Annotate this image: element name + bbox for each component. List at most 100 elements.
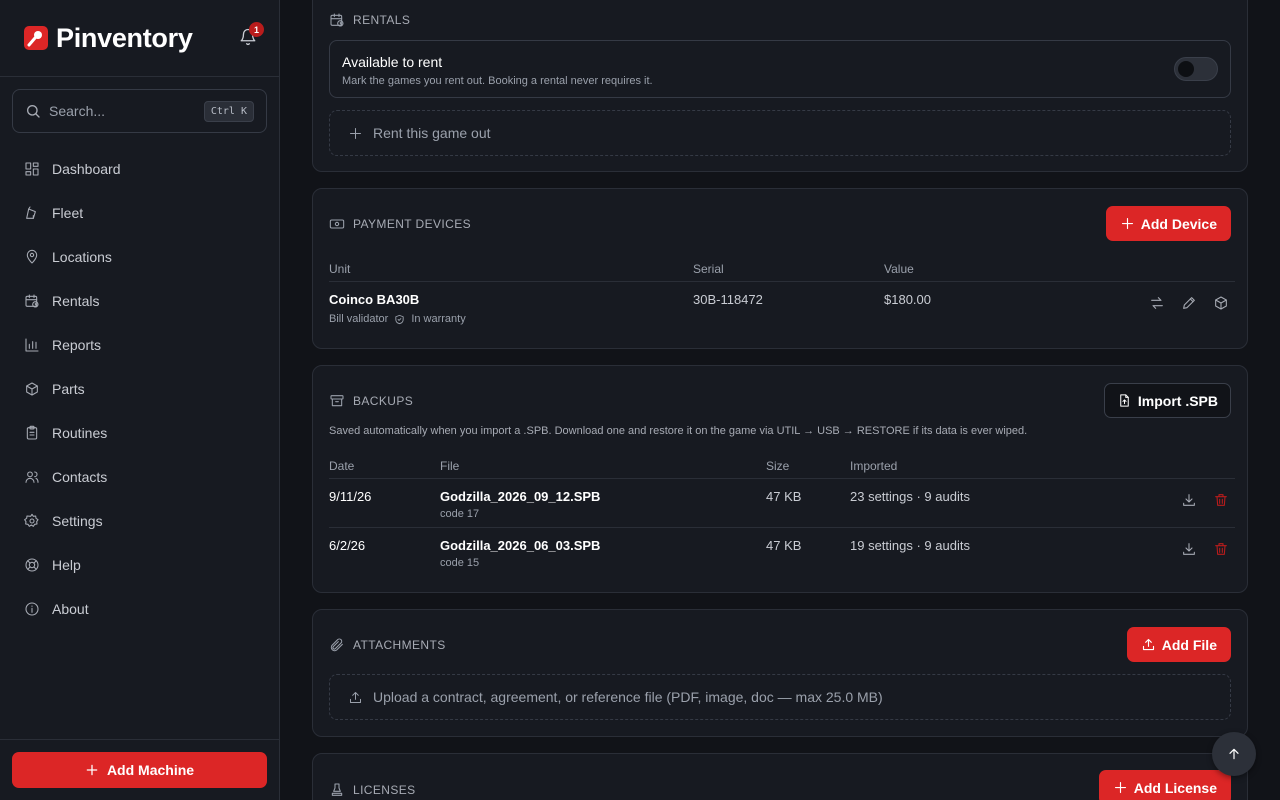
- backups-card: BACKUPS Import .SPB Saved automatically …: [312, 365, 1248, 593]
- upload-icon: [1142, 638, 1154, 651]
- trash-icon[interactable]: [1213, 492, 1229, 508]
- backup-file: Godzilla_2026_09_12.SPB: [440, 489, 601, 504]
- plus-icon: [86, 764, 98, 776]
- backup-imported: 23 settings · 9 audits: [850, 489, 970, 504]
- device-unit: Coinco BA30B: [329, 292, 420, 307]
- nav-item-rentals[interactable]: Rentals: [12, 279, 267, 323]
- search-input[interactable]: Search... Ctrl K: [12, 89, 267, 133]
- archive-box-icon[interactable]: [1213, 295, 1229, 311]
- upload-icon: [350, 691, 361, 703]
- backup-size: 47 KB: [766, 489, 802, 504]
- scroll-to-top-button[interactable]: [1212, 732, 1256, 776]
- import-spb-button[interactable]: Import .SPB: [1103, 383, 1231, 418]
- search-placeholder: Search...: [49, 103, 106, 119]
- sidebar: Pinventory 1 Search... Ctrl K Dashboard …: [0, 0, 280, 800]
- nav-item-dashboard[interactable]: Dashboard: [12, 147, 267, 191]
- nav-item-routines[interactable]: Routines: [12, 411, 267, 455]
- nav-item-reports[interactable]: Reports: [12, 323, 267, 367]
- nav-label: Fleet: [52, 205, 84, 221]
- download-icon[interactable]: [1181, 492, 1197, 508]
- main-nav: Dashboard Fleet Locations Rentals Report…: [12, 147, 267, 631]
- sidebar-footer: Add Machine: [0, 739, 279, 800]
- column-header-imported: Imported: [850, 459, 898, 473]
- map-pin-icon: [26, 249, 38, 264]
- rent-game-out-label: Rent this game out: [373, 125, 491, 141]
- nav-item-locations[interactable]: Locations: [12, 235, 267, 279]
- column-header-value: Value: [884, 262, 914, 276]
- payment-devices-title-text: PAYMENT DEVICES: [353, 217, 472, 231]
- lifebuoy-icon: [25, 558, 39, 572]
- import-spb-label: Import .SPB: [1137, 392, 1218, 409]
- nav-item-contacts[interactable]: Contacts: [12, 455, 267, 499]
- nav-label: Routines: [52, 425, 108, 441]
- licenses-title-text: LICENSES: [353, 783, 416, 797]
- rent-game-out-button[interactable]: Rent this game out: [329, 110, 1231, 156]
- available-to-rent-toggle[interactable]: [1174, 57, 1218, 81]
- bar-chart-icon: [25, 338, 39, 352]
- arrow-up-icon: [1229, 748, 1239, 760]
- divider: [329, 527, 1235, 528]
- attachments-title: ATTACHMENTS: [329, 637, 446, 653]
- add-file-button[interactable]: Add File: [1126, 627, 1231, 662]
- rentals-title-text: RENTALS: [353, 13, 411, 27]
- column-header-file: File: [440, 459, 460, 473]
- pinventory-logo-icon: [24, 26, 48, 50]
- nav-label: Rentals: [52, 293, 100, 309]
- licenses-title: LICENSES: [329, 782, 416, 798]
- nav-item-fleet[interactable]: Fleet: [12, 191, 267, 235]
- column-header-unit: Unit: [329, 262, 351, 276]
- backup-imported: 19 settings · 9 audits: [850, 538, 970, 553]
- dashboard-icon: [25, 162, 39, 176]
- attachments-title-text: ATTACHMENTS: [353, 638, 446, 652]
- add-file-label: Add File: [1161, 636, 1217, 653]
- download-icon[interactable]: [1181, 541, 1197, 557]
- backup-date: 9/11/26: [329, 489, 372, 504]
- device-meta: Bill validator In warranty: [329, 313, 466, 325]
- swap-icon[interactable]: [1149, 295, 1165, 311]
- add-device-button[interactable]: Add Device: [1105, 206, 1231, 241]
- backup-file: Godzilla_2026_06_03.SPB: [440, 538, 601, 553]
- nav-item-settings[interactable]: Settings: [12, 499, 267, 543]
- edit-pencil-icon[interactable]: [1181, 295, 1197, 311]
- plus-icon: [1121, 217, 1133, 230]
- add-machine-label: Add Machine: [106, 762, 195, 778]
- rentals-card: RENTALS Available to rent Mark the games…: [312, 0, 1248, 172]
- column-header-date: Date: [329, 459, 355, 473]
- info-icon: [25, 602, 39, 616]
- search-shortcut-hint: Ctrl K: [203, 100, 254, 122]
- nav-label: Contacts: [52, 469, 108, 485]
- payment-devices-title: PAYMENT DEVICES: [329, 216, 471, 232]
- nav-item-help[interactable]: Help: [12, 543, 267, 587]
- backup-code: code 15: [440, 557, 480, 569]
- payment-devices-card: PAYMENT DEVICES Add Device Unit Serial V…: [312, 188, 1248, 349]
- toggle-knob: [1178, 61, 1194, 77]
- users-icon: [25, 471, 39, 483]
- nav-label: Dashboard: [52, 161, 121, 177]
- nav-label: About: [52, 601, 89, 617]
- calendar-clock-icon: [330, 13, 344, 27]
- add-license-button[interactable]: Add License: [1098, 770, 1231, 800]
- nav-item-parts[interactable]: Parts: [12, 367, 267, 411]
- nav-item-about[interactable]: About: [12, 587, 267, 631]
- clipboard-icon: [26, 425, 38, 440]
- upload-dropzone[interactable]: Upload a contract, agreement, or referen…: [329, 674, 1231, 720]
- add-machine-button[interactable]: Add Machine: [12, 752, 267, 788]
- calendar-clock-icon: [25, 294, 39, 308]
- available-to-rent-description: Mark the games you rent out. Booking a r…: [342, 75, 653, 87]
- backup-size: 47 KB: [766, 538, 802, 553]
- notification-count-badge: 1: [249, 22, 264, 37]
- search-icon: [27, 105, 40, 118]
- nav-label: Reports: [52, 337, 102, 353]
- column-header-size: Size: [766, 459, 790, 473]
- shield-check-icon: [395, 314, 404, 324]
- add-license-label: Add License: [1133, 779, 1217, 796]
- trash-icon[interactable]: [1213, 541, 1229, 557]
- device-value: $180.00: [884, 292, 931, 307]
- gear-icon: [24, 513, 39, 527]
- plus-icon: [350, 127, 361, 139]
- backups-title-text: BACKUPS: [353, 394, 414, 408]
- device-type: Bill validator: [329, 313, 389, 325]
- add-device-label: Add Device: [1140, 215, 1217, 232]
- nav-label: Parts: [52, 381, 85, 397]
- nav-label: Settings: [52, 513, 103, 529]
